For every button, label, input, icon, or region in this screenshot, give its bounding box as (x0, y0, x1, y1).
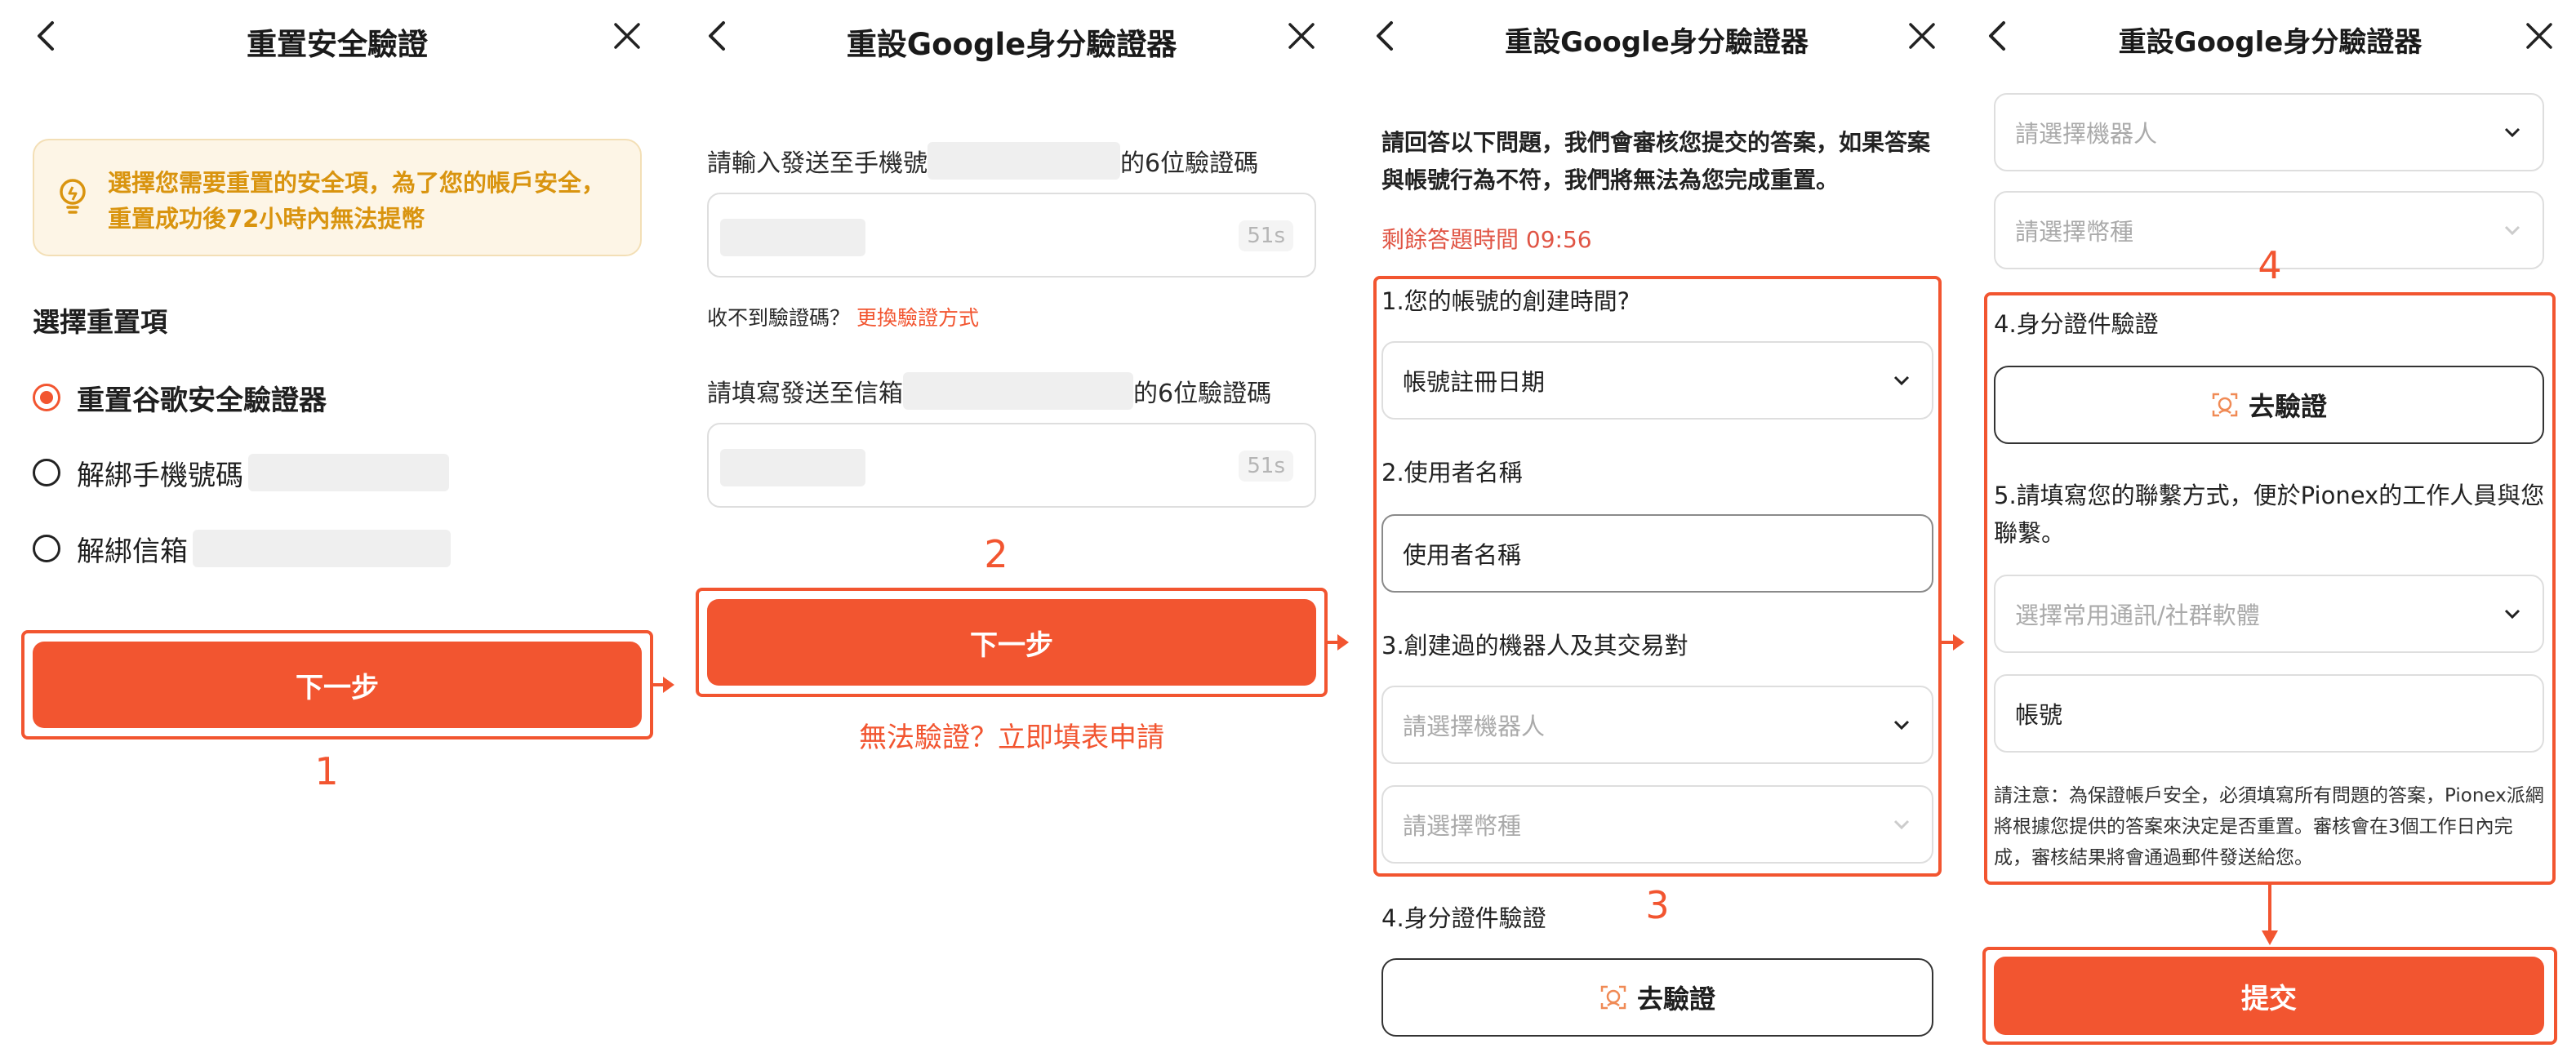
fallback-form-link[interactable]: 無法驗證？立即填表申請 (674, 715, 1349, 755)
next-button[interactable]: 下一步 (33, 642, 642, 728)
option-label: 解綁信箱 (77, 535, 188, 568)
flow-arrow-icon (653, 677, 674, 693)
close-icon[interactable] (2521, 18, 2557, 54)
close-icon[interactable] (1904, 18, 1940, 54)
masked-code (720, 449, 865, 486)
phone-code-input[interactable]: 51s (707, 193, 1316, 278)
masked-phone (248, 454, 449, 491)
resend-timer: 51s (1239, 451, 1293, 482)
id-verify-button[interactable]: 去驗證 (1994, 366, 2544, 444)
page-title: 重設Google身分驗證器 (1505, 26, 1809, 59)
question-4: 4.身分證件驗證 (1381, 904, 1546, 932)
creation-date-select[interactable]: 帳號註冊日期 (1381, 341, 1933, 420)
bot-select[interactable]: 請選擇機器人 (1381, 686, 1933, 764)
flow-arrow-down-icon (2262, 885, 2278, 945)
close-icon[interactable] (609, 18, 645, 54)
radio-unselected[interactable] (33, 535, 60, 562)
section-title: 選擇重置項 (33, 306, 167, 338)
questionnaire-panel: 重設Google身分驗證器 請回答以下問題，我們會審核您提交的答案，如果答案與帳… (1349, 0, 1964, 1057)
select-value: 帳號註冊日期 (1403, 368, 1546, 396)
select-placeholder: 選擇常用通訊/社群軟體 (2015, 602, 2260, 629)
select-placeholder: 請選擇幣種 (1403, 812, 1522, 840)
prompt-suffix: 的6位驗證碼 (1120, 149, 1259, 178)
chevron-down-icon (2504, 609, 2520, 620)
bot-select[interactable]: 請選擇機器人 (1994, 93, 2544, 171)
username-input[interactable]: 使用者名稱 (1381, 514, 1933, 593)
option-unbind-email[interactable]: 解綁信箱 (33, 528, 451, 569)
reset-security-panel: 重置安全驗證 選擇您需要重置的安全項，為了您的帳戶安全，重置成功後72小時內無法… (0, 0, 674, 1057)
submit-button[interactable]: 提交 (1994, 957, 2544, 1035)
email-code-input[interactable]: 51s (707, 423, 1316, 508)
prompt-prefix: 請填寫發送至信箱 (707, 380, 903, 408)
select-placeholder: 請選擇機器人 (1403, 713, 1546, 740)
select-placeholder: 請選擇幣種 (2015, 218, 2134, 246)
page-title: 重設Google身分驗證器 (2118, 26, 2423, 59)
no-code-row: 收不到驗證碼？ 更換驗證方式 (707, 302, 979, 331)
masked-phone (928, 142, 1120, 180)
page-title: 重置安全驗證 (247, 27, 428, 62)
id-verify-button[interactable]: 去驗證 (1381, 958, 1933, 1037)
option-reset-google-auth[interactable]: 重置谷歌安全驗證器 (33, 377, 327, 418)
phone-code-prompt: 請輸入發送至手機號 的6位驗證碼 (707, 142, 1258, 180)
input-placeholder: 帳號 (2015, 701, 2063, 729)
switch-method-link[interactable]: 更換驗證方式 (856, 306, 979, 330)
option-label: 解綁手機號碼 (77, 459, 243, 492)
select-placeholder: 請選擇機器人 (2015, 120, 2158, 148)
step-marker: 1 (314, 749, 339, 793)
verify-label: 去驗證 (2248, 391, 2327, 422)
chevron-down-icon (2504, 225, 2520, 236)
chevron-down-icon (1893, 819, 1910, 830)
page-title: 重設Google身分驗證器 (846, 27, 1177, 62)
email-code-prompt: 請填寫發送至信箱 的6位驗證碼 (707, 372, 1271, 410)
security-notice: 選擇您需要重置的安全項，為了您的帳戶安全，重置成功後72小時內無法提幣 (33, 139, 642, 256)
masked-email (193, 530, 451, 567)
question-3: 3.創建過的機器人及其交易對 (1381, 632, 1688, 660)
prompt-prefix: 請輸入發送至手機號 (707, 149, 928, 178)
intro-text: 請回答以下問題，我們會審核您提交的答案，如果答案與帳號行為不符，我們將無法為您完… (1381, 129, 1931, 193)
question-4: 4.身分證件驗證 (1994, 310, 2159, 338)
verify-label: 去驗證 (1636, 984, 1715, 1015)
step-marker: 4 (2258, 243, 2282, 287)
countdown-timer: 剩餘答題時間 09:56 (1381, 226, 1592, 253)
notice-text: 請注意：為保證帳戶安全，必須填寫所有問題的答案，Pionex派網將根據您提供的答… (1994, 785, 2544, 868)
option-label: 重置谷歌安全驗證器 (77, 384, 327, 417)
question-2: 2.使用者名稱 (1381, 459, 1523, 486)
chevron-down-icon (1893, 375, 1910, 386)
no-code-text: 收不到驗證碼？ (707, 306, 851, 330)
input-placeholder: 使用者名稱 (1403, 541, 1522, 569)
close-icon[interactable] (1284, 18, 1319, 54)
chevron-down-icon (1893, 720, 1910, 731)
radio-unselected[interactable] (33, 459, 60, 486)
option-unbind-phone[interactable]: 解綁手機號碼 (33, 452, 449, 493)
lightbulb-icon (59, 178, 87, 219)
reset-google-auth-panel: 重設Google身分驗證器 請輸入發送至手機號 的6位驗證碼 51s 收不到驗證… (674, 0, 1349, 1057)
notice-text: 選擇您需要重置的安全項，為了您的帳戶安全，重置成功後72小時內無法提幣 (108, 169, 606, 233)
step-marker: 2 (984, 532, 1008, 576)
coin-select[interactable]: 請選擇幣種 (1381, 785, 1933, 864)
masked-code (720, 219, 865, 256)
prompt-suffix: 的6位驗證碼 (1133, 380, 1272, 408)
question-1: 1.您的帳號的創建時間? (1381, 287, 1631, 315)
masked-email (903, 372, 1133, 410)
flow-arrow-icon (1328, 634, 1349, 651)
chevron-down-icon (2504, 127, 2520, 138)
question-5: 5.請填寫您的聯繫方式，便於Pionex的工作人員與您聯繫。 (1994, 482, 2545, 547)
face-scan-icon (2212, 393, 2238, 417)
flow-arrow-icon (1942, 634, 1964, 651)
step-marker: 3 (1645, 883, 1670, 927)
resend-timer: 51s (1239, 220, 1293, 251)
face-scan-icon (1600, 985, 1626, 1010)
contact-app-select[interactable]: 選擇常用通訊/社群軟體 (1994, 575, 2544, 653)
questionnaire-continued-panel: 重設Google身分驗證器 請選擇機器人 請選擇幣種 4 4.身分證件驗證 去驗… (1964, 0, 2576, 1057)
account-input[interactable]: 帳號 (1994, 674, 2544, 753)
next-button[interactable]: 下一步 (707, 599, 1316, 686)
radio-selected[interactable] (33, 384, 60, 411)
